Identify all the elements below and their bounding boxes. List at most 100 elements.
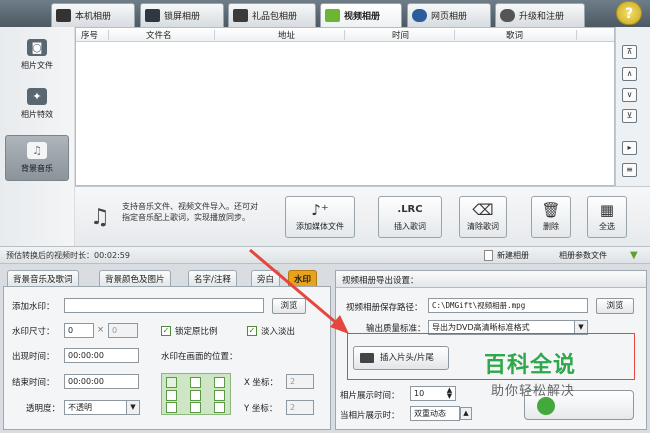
music-note-icon: ♫ bbox=[27, 142, 47, 159]
select-all-button[interactable]: ▦ 全选 bbox=[587, 196, 627, 238]
sidebar-item-photo-files[interactable]: ◙ 相片文件 bbox=[5, 33, 69, 79]
move-up-icon[interactable]: ∧ bbox=[622, 67, 637, 81]
sidebar-item-background-music[interactable]: ♫ 背景音乐 bbox=[5, 135, 69, 181]
insert-intro-outro-button[interactable]: 插入片头/片尾 bbox=[353, 346, 449, 370]
document-icon[interactable]: ≡ bbox=[622, 163, 637, 177]
watermark-title: 百科全说 bbox=[484, 353, 577, 378]
tab-bg-color-image[interactable]: 背景颜色及图片 bbox=[99, 270, 171, 286]
gift-icon bbox=[233, 9, 248, 22]
fade-label: 淡入淡出 bbox=[261, 327, 296, 337]
chevron-down-icon[interactable]: ▼ bbox=[630, 250, 638, 261]
video-camera-icon bbox=[360, 353, 374, 363]
watermark-file-input[interactable] bbox=[64, 298, 264, 313]
clear-lyric-icon: ⌫ bbox=[472, 201, 494, 219]
appear-time-input[interactable]: 00:00:00 bbox=[64, 348, 139, 363]
spinner-icon[interactable]: ▲ ▼ bbox=[444, 387, 455, 400]
start-icon bbox=[537, 397, 555, 415]
move-down-icon[interactable]: ∨ bbox=[622, 88, 637, 102]
tab-label: 视频相册 bbox=[344, 12, 381, 22]
tab-gift-album[interactable]: 礼品包相册 bbox=[228, 3, 316, 27]
media-list[interactable]: 序号 文件名 地址 时间 歌词 bbox=[75, 27, 615, 186]
fade-checkbox[interactable]: ✓ bbox=[247, 326, 257, 336]
opacity-label: 透明度： bbox=[26, 404, 61, 414]
watermark-body: 添加水印： 浏览 水印尺寸： 0 × 0 ✓ 锁定原比例 ✓ 淡入淡出 出现时间… bbox=[3, 286, 331, 430]
column-time[interactable]: 时间 bbox=[392, 29, 409, 41]
move-bottom-icon[interactable]: ⊻ bbox=[622, 109, 637, 123]
tab-video-album[interactable]: 视频相册 bbox=[320, 3, 402, 27]
new-album-icon bbox=[484, 250, 493, 261]
column-address[interactable]: 地址 bbox=[278, 29, 295, 41]
y-coord-label: Y 坐标： bbox=[244, 404, 278, 414]
browse-save-path-button[interactable]: 浏览 bbox=[596, 298, 634, 314]
current-display-select[interactable]: 双重动态 bbox=[410, 406, 460, 421]
grid-cell[interactable] bbox=[190, 377, 201, 388]
lrc-icon: .LRC bbox=[397, 204, 423, 215]
appear-label: 出现时间： bbox=[12, 352, 55, 362]
grid-cell[interactable] bbox=[214, 402, 225, 413]
x-coord-label: X 坐标： bbox=[244, 378, 279, 388]
column-filename[interactable]: 文件名 bbox=[146, 29, 172, 41]
sidebar-item-photo-effects[interactable]: ✦ 相片特效 bbox=[5, 82, 69, 128]
size-width-input[interactable]: 0 bbox=[64, 323, 94, 338]
grid-cell[interactable] bbox=[166, 390, 177, 401]
size-height-input[interactable]: 0 bbox=[108, 323, 138, 338]
duration-text: 预估转换后的视频时长：00:02:59 bbox=[6, 251, 130, 260]
new-album-link[interactable]: 新建相册 bbox=[497, 250, 529, 261]
trash-icon: 🗑 bbox=[541, 201, 561, 219]
tab-upgrade-register[interactable]: 升级和注册 bbox=[495, 3, 585, 27]
tab-music-lyrics[interactable]: 背景音乐及歌词 bbox=[7, 270, 79, 286]
size-label: 水印尺寸： bbox=[12, 327, 55, 337]
list-header: 序号 文件名 地址 时间 歌词 bbox=[76, 28, 614, 42]
clear-lyrics-button[interactable]: ⌫ 清除歌词 bbox=[459, 196, 507, 238]
music-note-text: 支持音乐文件、视频文件导入。还可对指定音乐配上歌词，实现播放同步。 bbox=[122, 202, 258, 222]
grid-cell[interactable] bbox=[166, 402, 177, 413]
select-all-icon: ▦ bbox=[599, 201, 615, 219]
music-note-icon: ♫ bbox=[90, 205, 110, 230]
effects-icon: ✦ bbox=[27, 88, 47, 105]
y-coord-input[interactable]: 2 bbox=[286, 400, 314, 415]
tab-label: 本机相册 bbox=[75, 12, 112, 22]
end-time-input[interactable]: 00:00:00 bbox=[64, 374, 139, 389]
top-toolbar: 本机相册 锁屏相册 礼品包相册 视频相册 网页相册 升级和注册 ? bbox=[0, 0, 650, 27]
lock-ratio-checkbox[interactable]: ✓ bbox=[161, 326, 171, 336]
insert-lyrics-button[interactable]: .LRC 插入歌词 bbox=[378, 196, 442, 238]
grid-cell[interactable] bbox=[190, 402, 201, 413]
tab-web-album[interactable]: 网页相册 bbox=[407, 3, 491, 27]
status-bar: 预估转换后的视频时长：00:02:59 新建相册 相册参数文件 ▼ bbox=[0, 246, 650, 264]
position-grid[interactable] bbox=[161, 373, 231, 415]
sidebar-item-label: 相片文件 bbox=[21, 61, 53, 70]
help-icon[interactable]: ? bbox=[616, 1, 642, 25]
sidebar-item-label: 相片特效 bbox=[21, 110, 53, 119]
grid-cell[interactable] bbox=[214, 390, 225, 401]
tab-name-notes[interactable]: 名字/注释 bbox=[188, 270, 237, 286]
grid-cell[interactable] bbox=[166, 377, 177, 388]
chevron-up-icon[interactable]: ▲ bbox=[460, 407, 472, 420]
move-top-icon[interactable]: ⊼ bbox=[622, 45, 637, 59]
camera-icon bbox=[56, 9, 71, 22]
music-action-bar: ♫ 支持音乐文件、视频文件导入。还可对指定音乐配上歌词，实现播放同步。 ♪⁺ 添… bbox=[75, 186, 650, 246]
add-watermark-label: 添加水印： bbox=[12, 302, 55, 312]
save-path-input[interactable]: C:\DMGift\视频相册.mpg bbox=[428, 298, 588, 313]
x-coord-input[interactable]: 2 bbox=[286, 374, 314, 389]
sidebar: ◙ 相片文件 ✦ 相片特效 ♫ 背景音乐 bbox=[0, 27, 74, 249]
watermark-subtitle: 助你轻松解决 bbox=[491, 384, 576, 399]
grid-cell[interactable] bbox=[214, 377, 225, 388]
tab-lockscreen-album[interactable]: 锁屏相册 bbox=[140, 3, 224, 27]
chevron-down-icon[interactable]: ▼ bbox=[126, 401, 139, 414]
delete-button[interactable]: 🗑 删除 bbox=[531, 196, 571, 238]
export-panel-title: 视频相册导出设置： bbox=[336, 271, 646, 288]
grid-cell[interactable] bbox=[190, 390, 201, 401]
browse-watermark-button[interactable]: 浏览 bbox=[272, 298, 306, 314]
tab-label: 礼品包相册 bbox=[252, 12, 298, 22]
ie-icon bbox=[412, 9, 427, 22]
tab-narration[interactable]: 旁白 bbox=[251, 270, 281, 286]
list-controls: ⊼ ∧ ∨ ⊻ ▸ ≡ bbox=[615, 27, 650, 186]
add-media-button[interactable]: ♪⁺ 添加媒体文件 bbox=[285, 196, 355, 238]
column-index[interactable]: 序号 bbox=[81, 29, 98, 41]
tab-watermark[interactable]: 水印 bbox=[288, 270, 318, 286]
column-lyrics[interactable]: 歌词 bbox=[506, 29, 523, 41]
tab-local-album[interactable]: 本机相册 bbox=[51, 3, 135, 27]
photo-time-label: 相片展示时间： bbox=[340, 391, 400, 401]
album-params-link[interactable]: 相册参数文件 bbox=[559, 250, 607, 261]
play-icon[interactable]: ▸ bbox=[622, 141, 637, 155]
